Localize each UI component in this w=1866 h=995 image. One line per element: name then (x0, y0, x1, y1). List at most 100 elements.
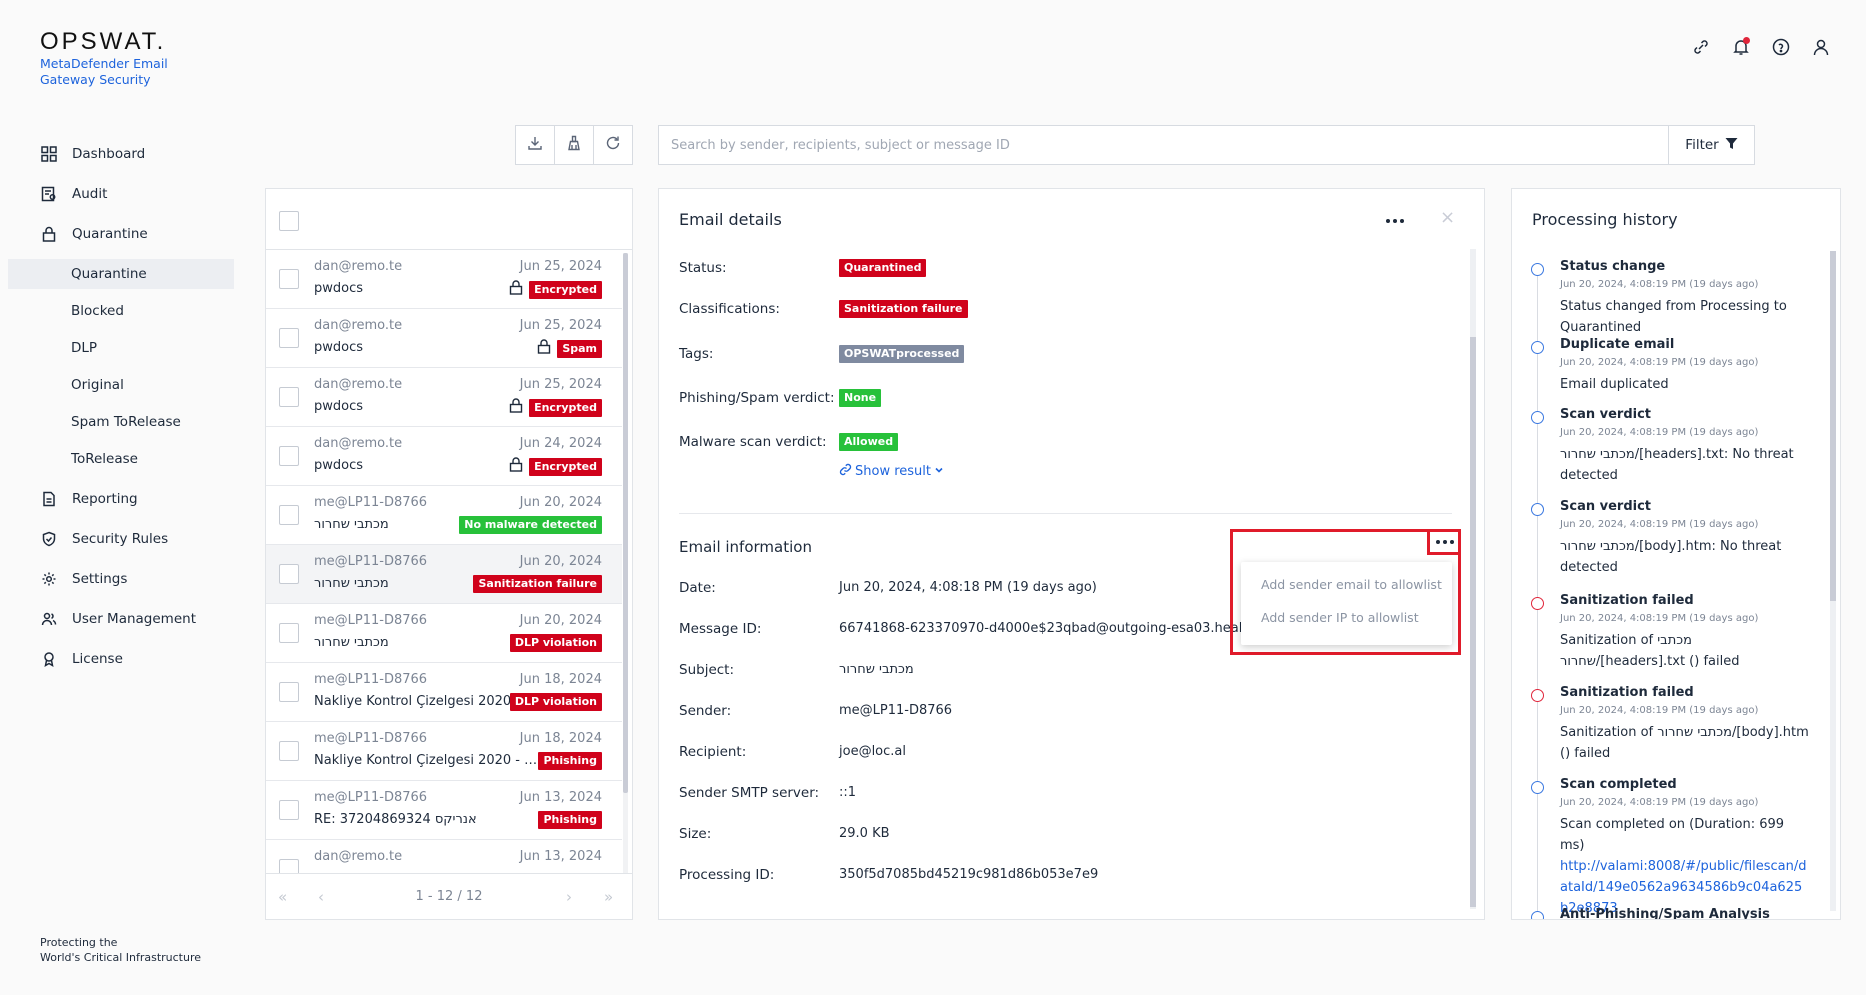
sidebar-item-user-management[interactable]: User Management (40, 607, 196, 631)
row-tags: Phishing (538, 811, 602, 829)
email-list-row[interactable]: me@LP11-D8766 מכתבי שחרור Jun 20, 2024 No m… (266, 486, 622, 545)
row-status-badge: Encrypted (529, 280, 602, 299)
user-icon[interactable] (1810, 36, 1832, 58)
history-desc-text: Sanitization of מכתבי שחרור/[body].htm (… (1560, 725, 1809, 761)
row-date: Jun 25, 2024 (519, 318, 602, 333)
row-sender: dan@remo.te (314, 377, 403, 392)
lock-icon (509, 280, 523, 299)
email-list-row[interactable]: dan@remo.te pwdocs Jun 24, 2024 Encrypted (266, 427, 622, 486)
row-checkbox[interactable] (279, 446, 299, 466)
email-list-row[interactable]: dan@remo.te pwdocs Jun 25, 2024 Encrypted (266, 250, 622, 309)
row-tags: No malware detected (459, 516, 602, 534)
history-scrollbar-thumb[interactable] (1830, 251, 1836, 601)
email-list-row[interactable]: dan@remo.te pwdocs Jun 25, 2024 Encrypted (266, 368, 622, 427)
history-event-description: מכתבי שחרור/[headers].txt: No threat det… (1560, 444, 1810, 486)
sidebar-item-audit[interactable]: Audit (40, 182, 107, 206)
row-date: Jun 13, 2024 (519, 790, 602, 805)
sidebar-subitem-spam-torelease[interactable]: Spam ToRelease (8, 407, 234, 437)
sidebar-subitem-dlp[interactable]: DLP (8, 333, 234, 363)
footer-line-1: Protecting the (40, 936, 118, 949)
select-all-checkbox[interactable] (279, 211, 299, 231)
download-icon (527, 135, 543, 155)
history-event-time: Jun 20, 2024, 4:08:19 PM (19 days ago) (1560, 427, 1759, 438)
refresh-button[interactable] (594, 126, 632, 164)
row-tags: Encrypted (509, 280, 602, 299)
email-list-row[interactable]: me@LP11-D8766 Nakliye Kontrol Çizelgesi 2… (266, 663, 622, 722)
row-tags: DLP violation (509, 693, 602, 711)
lock-icon (40, 225, 58, 243)
details-scrollbar-thumb[interactable] (1470, 337, 1476, 907)
subject-value: מכתבי שחרור (839, 662, 914, 677)
bell-icon[interactable] (1730, 36, 1752, 58)
last-page-icon[interactable]: » (604, 888, 613, 906)
shield-check-icon (40, 530, 58, 548)
history-event-name: Status change (1560, 259, 1666, 274)
phishing-verdict-badge: None (839, 389, 882, 407)
download-button[interactable] (516, 126, 555, 164)
sidebar-item-security-rules[interactable]: Security Rules (40, 527, 168, 551)
row-subject: pwdocs (314, 458, 364, 473)
row-checkbox[interactable] (279, 269, 299, 289)
unlink-icon[interactable] (1690, 36, 1712, 58)
size-value: 29.0 KB (839, 826, 890, 841)
sidebar-subitem-torelease[interactable]: ToRelease (8, 444, 234, 474)
row-tags: Spam (537, 339, 602, 358)
processing-id-value: 350f5d7085bd45219c981d86b053e7e9 (839, 867, 1099, 882)
sidebar-item-reporting[interactable]: Reporting (40, 487, 138, 511)
email-list-row[interactable]: me@LP11-D8766 Nakliye Kontrol Çizelgesi 2… (266, 722, 622, 781)
history-event-description: Scan completed on (Duration: 699 ms) http… (1560, 814, 1810, 919)
row-tags: Encrypted (509, 398, 602, 417)
sidebar-subitem-original[interactable]: Original (8, 370, 234, 400)
timeline-dot (1531, 597, 1544, 610)
recipient-value: joe@loc.al (839, 744, 906, 759)
filter-button[interactable]: Filter (1668, 126, 1754, 164)
sidebar-item-settings[interactable]: Settings (40, 567, 127, 591)
sidebar-item-quarantine[interactable]: Quarantine (40, 222, 148, 246)
gear-icon (40, 570, 58, 588)
cleanup-button[interactable] (555, 126, 594, 164)
row-date: Jun 20, 2024 (519, 495, 602, 510)
row-sender: dan@remo.te (314, 436, 403, 451)
row-checkbox[interactable] (279, 387, 299, 407)
timeline-dot (1531, 263, 1544, 276)
row-checkbox[interactable] (279, 741, 299, 761)
search-input[interactable] (659, 126, 1659, 164)
help-icon[interactable] (1770, 36, 1792, 58)
row-tags: Encrypted (509, 457, 602, 476)
next-page-icon[interactable]: › (566, 888, 572, 906)
sidebar-item-dashboard[interactable]: Dashboard (40, 142, 145, 166)
sidebar-item-label: Audit (72, 186, 108, 202)
sidebar-subitem-quarantine[interactable]: Quarantine (8, 259, 234, 289)
email-list-row[interactable]: me@LP11-D8766 מכתבי שחרור Jun 20, 2024 Sani… (266, 545, 622, 604)
row-checkbox[interactable] (279, 623, 299, 643)
row-checkbox[interactable] (279, 328, 299, 348)
sidebar-subitem-blocked[interactable]: Blocked (8, 296, 234, 326)
sidebar-item-license[interactable]: License (40, 647, 123, 671)
row-checkbox[interactable] (279, 800, 299, 820)
row-checkbox[interactable] (279, 564, 299, 584)
sidebar-item-label: Quarantine (72, 226, 148, 242)
more-dots-icon (1436, 540, 1454, 544)
close-icon[interactable]: × (1440, 207, 1455, 228)
smtp-server-value: ::1 (839, 785, 857, 800)
smtp-server-label: Sender SMTP server: (679, 785, 820, 801)
timeline-dot (1531, 411, 1544, 424)
email-list-row[interactable]: dan@remo.te pwdocs Jun 25, 2024 Spam (266, 309, 622, 368)
details-more-icon[interactable] (1386, 219, 1404, 223)
email-list-row[interactable]: me@LP11-D8766 RE: 37204869324 אנריקס Jun 1… (266, 781, 622, 840)
show-result-link[interactable]: Show result (839, 463, 944, 480)
email-list-row[interactable]: me@LP11-D8766 מכתבי שחרור Jun 20, 2024 DLP … (266, 604, 622, 663)
row-checkbox[interactable] (279, 505, 299, 525)
add-sender-ip-allowlist-item[interactable]: Add sender IP to allowlist (1261, 610, 1419, 625)
filter-label: Filter (1685, 137, 1719, 153)
row-subject: מכתבי שחרור (314, 576, 389, 591)
row-date: Jun 24, 2024 (519, 436, 602, 451)
email-information-title: Email information (679, 538, 812, 556)
history-event-name: Anti-Phishing/Spam Analysis (1560, 907, 1770, 920)
list-scrollbar-thumb[interactable] (623, 253, 628, 793)
email-info-more-button[interactable] (1427, 529, 1461, 555)
tag-badge: OPSWATprocessed (839, 345, 965, 363)
sidebar-item-label: Settings (72, 571, 128, 587)
add-sender-email-allowlist-item[interactable]: Add sender email to allowlist (1261, 577, 1442, 592)
row-checkbox[interactable] (279, 682, 299, 702)
